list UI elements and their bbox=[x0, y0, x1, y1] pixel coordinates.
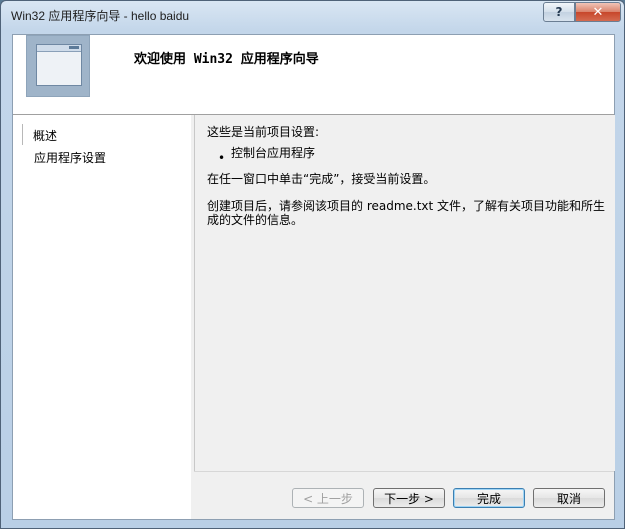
cancel-button[interactable]: 取消 bbox=[533, 488, 605, 508]
nav-item-app-settings[interactable]: 应用程序设置 bbox=[34, 149, 106, 166]
previous-button[interactable]: < 上一步 bbox=[292, 488, 364, 508]
wizard-window: Win32 应用程序向导 - hello baidu ? ✕ 欢迎使用 Win3… bbox=[0, 0, 625, 529]
settings-item-console-app: 控制台应用程序 bbox=[231, 146, 316, 160]
nav-selection-marker bbox=[22, 124, 23, 145]
page-title: 欢迎使用 Win32 应用程序向导 bbox=[134, 52, 319, 67]
wizard-content: 这些是当前项目设置: • 控制台应用程序 在任一窗口中单击“完成”，接受当前设置… bbox=[194, 115, 615, 471]
wizard-nav: 概述 应用程序设置 bbox=[13, 115, 191, 519]
finish-button[interactable]: 完成 bbox=[453, 488, 525, 508]
readme-hint-line1: 创建项目后，请参阅该项目的 readme.txt 文件，了解有关项目功能和所生 bbox=[207, 199, 606, 213]
help-icon: ? bbox=[555, 5, 563, 19]
close-button[interactable]: ✕ bbox=[575, 2, 621, 22]
nav-item-overview[interactable]: 概述 bbox=[33, 127, 57, 144]
help-button[interactable]: ? bbox=[543, 2, 575, 22]
bullet-icon: • bbox=[218, 151, 226, 165]
readme-hint-line2: 成的文件的信息。 bbox=[207, 213, 304, 227]
wizard-header: 欢迎使用 Win32 应用程序向导 bbox=[13, 35, 614, 115]
window-icon bbox=[26, 35, 90, 97]
next-button[interactable]: 下一步 > bbox=[373, 488, 445, 508]
close-icon: ✕ bbox=[592, 4, 604, 20]
finish-hint: 在任一窗口中单击“完成”，接受当前设置。 bbox=[207, 172, 436, 186]
settings-intro: 这些是当前项目设置: bbox=[207, 125, 320, 139]
wizard-client-area: 欢迎使用 Win32 应用程序向导 概述 应用程序设置 这些是当前项目设置: •… bbox=[12, 34, 615, 520]
divider bbox=[194, 471, 614, 472]
title-bar[interactable]: Win32 应用程序向导 - hello baidu ? ✕ bbox=[1, 1, 624, 31]
window-title: Win32 应用程序向导 - hello baidu bbox=[11, 9, 190, 23]
